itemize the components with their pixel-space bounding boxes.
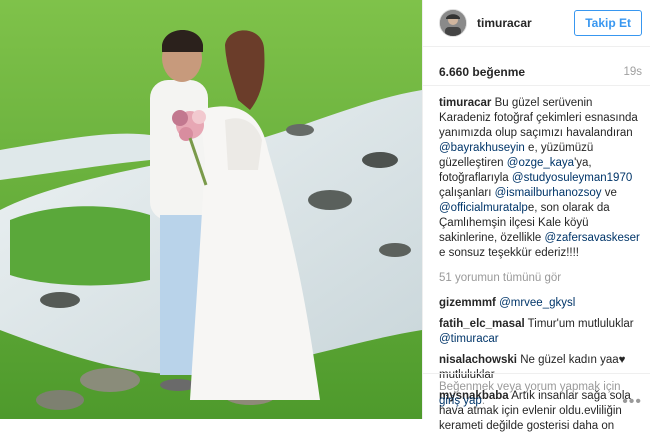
follow-button[interactable]: Takip Et	[574, 10, 642, 36]
post-username[interactable]: timuracar	[477, 16, 532, 31]
mention-link[interactable]: @zafersavaskeser	[544, 232, 639, 244]
post-meta: 6.660 beğenme 19s	[423, 59, 650, 86]
comment-item: fatih_elc_masal Timur'um mutluluklar @ti…	[439, 317, 640, 347]
mention-link[interactable]: @bayrakhuseyin	[439, 142, 525, 154]
wedding-photo-image	[0, 0, 422, 419]
mention-link[interactable]: @mrvee_gkysl	[499, 297, 575, 309]
post-header: timuracar Takip Et	[423, 0, 650, 47]
mention-link[interactable]: @ismailburhanozsoy	[495, 187, 602, 199]
login-link[interactable]: giriş yap	[439, 395, 482, 407]
post-photo[interactable]	[0, 0, 422, 419]
caption-text: çalışanları	[439, 187, 492, 199]
login-prompt: Beğenmek veya yorum yapmak için	[439, 381, 621, 393]
avatar[interactable]	[439, 9, 467, 37]
caption-text: e sonsuz teşekkür ederiz!!!!	[439, 247, 579, 259]
mention-link[interactable]: @ozge_kaya	[507, 157, 574, 169]
post-side-panel: timuracar Takip Et 6.660 beğenme 19s tim…	[422, 0, 650, 432]
view-all-comments-link[interactable]: 51 yorumun tümünü gör	[439, 271, 640, 286]
likes-count[interactable]: 6.660 beğenme	[439, 65, 525, 80]
mention-link[interactable]: @timuracar	[439, 333, 499, 345]
comment-item: gizemmmf @mrvee_gkysl	[439, 296, 640, 311]
comment-author[interactable]: nisalachowski	[439, 354, 517, 366]
instagram-post: timuracar Takip Et 6.660 beğenme 19s tim…	[0, 0, 650, 432]
post-footer: Beğenmek veya yorum yapmak için giriş ya…	[423, 373, 650, 419]
caption-author[interactable]: timuracar	[439, 97, 491, 109]
post-time-ago[interactable]: 19s	[623, 65, 642, 80]
caption-text: ve	[604, 187, 617, 199]
ellipsis-icon[interactable]: •••	[622, 394, 642, 410]
mention-link[interactable]: @studyosuleyman1970	[512, 172, 632, 184]
post-caption: timuracar Bu güzel serüvenin Karadeniz f…	[439, 96, 640, 261]
comment-author[interactable]: fatih_elc_masal	[439, 318, 525, 330]
mention-link[interactable]: @officialmuratalp	[439, 202, 528, 214]
comment-author[interactable]: gizemmmf	[439, 297, 496, 309]
profile-picture-icon	[440, 10, 466, 36]
comment-text: Timur'um mutluluklar	[527, 318, 634, 330]
login-prompt-end: .	[481, 395, 486, 407]
